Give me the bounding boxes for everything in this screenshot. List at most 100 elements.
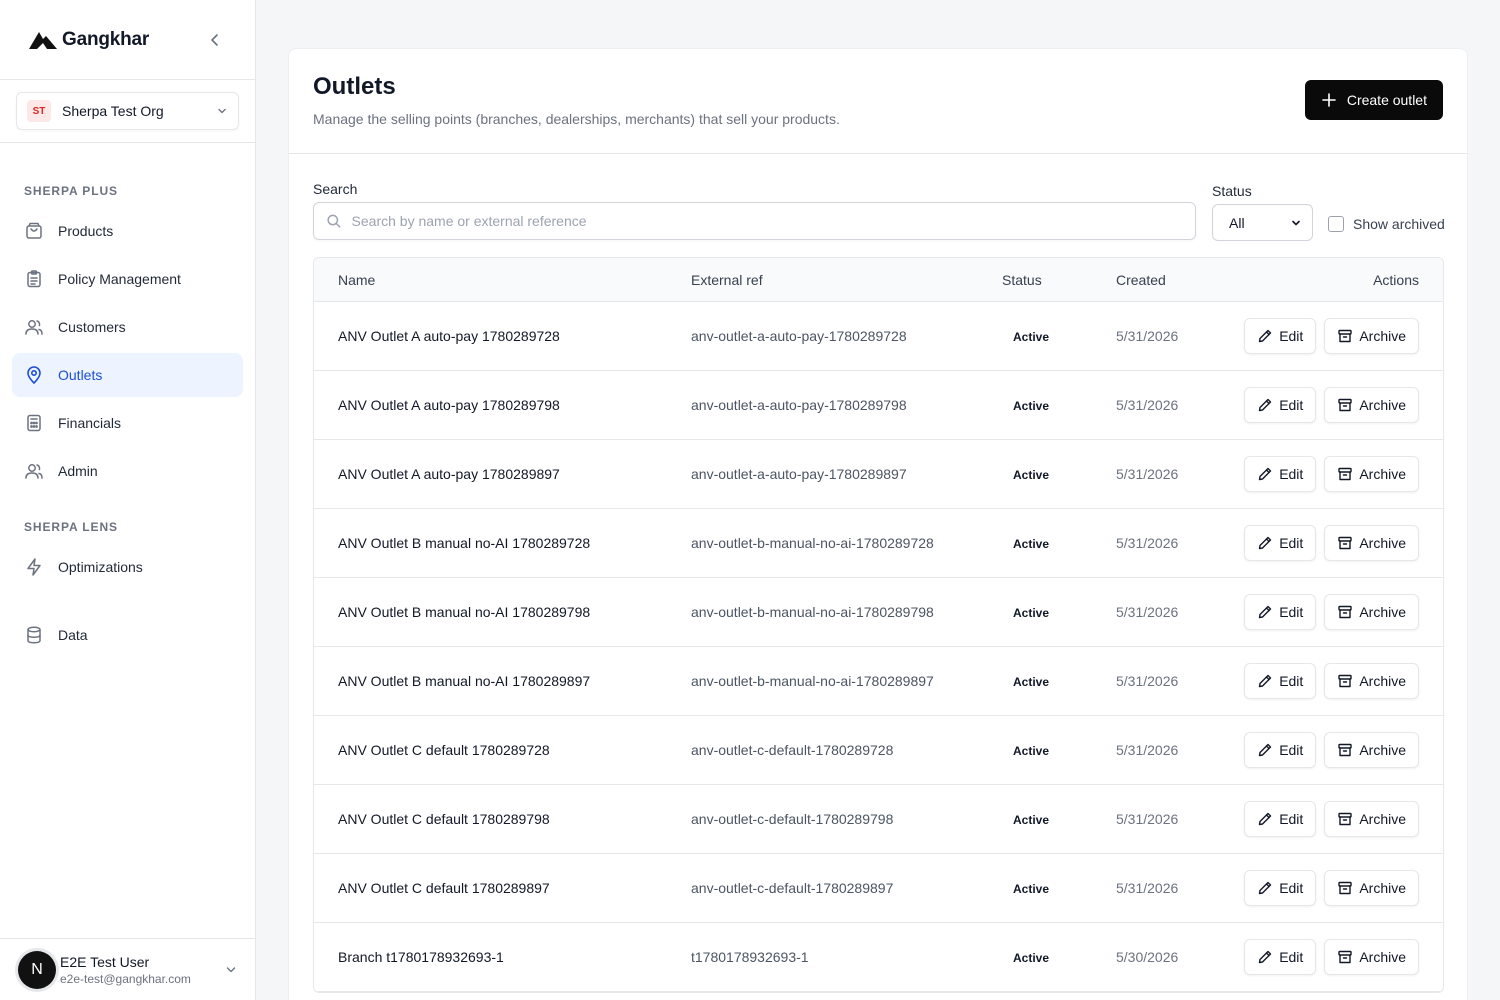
edit-button[interactable]: Edit bbox=[1244, 318, 1317, 354]
row-actions: Edit Archive bbox=[1244, 525, 1419, 561]
status-label: Status bbox=[1212, 183, 1252, 199]
collapse-sidebar-button[interactable] bbox=[203, 28, 227, 52]
outlet-external-ref: anv-outlet-a-auto-pay-1780289728 bbox=[691, 328, 907, 344]
outlet-created-date: 5/31/2026 bbox=[1116, 880, 1179, 896]
outlet-name: ANV Outlet B manual no-AI 1780289798 bbox=[338, 604, 591, 620]
table-row: ANV Outlet C default 1780289897 anv-outl… bbox=[314, 854, 1443, 923]
edit-button[interactable]: Edit bbox=[1244, 801, 1317, 837]
archive-button[interactable]: Archive bbox=[1324, 456, 1419, 492]
archive-icon bbox=[1338, 329, 1353, 343]
archive-button[interactable]: Archive bbox=[1324, 732, 1419, 768]
org-name: Sherpa Test Org bbox=[62, 103, 164, 119]
page-title: Outlets bbox=[313, 73, 396, 100]
create-outlet-button[interactable]: Create outlet bbox=[1304, 80, 1443, 120]
outlet-name: ANV Outlet B manual no-AI 1780289897 bbox=[338, 673, 591, 689]
table-row: ANV Outlet B manual no-AI 1780289798 anv… bbox=[314, 578, 1443, 647]
search-box[interactable] bbox=[313, 202, 1196, 240]
column-header-name: Name bbox=[338, 272, 376, 288]
edit-button-label: Edit bbox=[1279, 328, 1304, 344]
status-badge: Active bbox=[1013, 813, 1050, 827]
sidebar-item-label: Policy Management bbox=[58, 271, 181, 287]
shopping-bag-icon bbox=[26, 222, 42, 239]
archive-button[interactable]: Archive bbox=[1324, 939, 1419, 975]
table-row: ANV Outlet C default 1780289798 anv-outl… bbox=[314, 785, 1443, 854]
show-archived-checkbox[interactable] bbox=[1328, 216, 1344, 232]
archive-button[interactable]: Archive bbox=[1324, 663, 1419, 699]
table-row: ANV Outlet A auto-pay 1780289728 anv-out… bbox=[314, 302, 1443, 371]
status-select[interactable]: All bbox=[1212, 204, 1313, 241]
outlet-name: ANV Outlet A auto-pay 1780289798 bbox=[338, 397, 560, 413]
archive-button[interactable]: Archive bbox=[1324, 870, 1419, 906]
archive-icon bbox=[1338, 605, 1353, 619]
archive-icon bbox=[1338, 398, 1353, 412]
sidebar-item-financials[interactable]: Financials bbox=[12, 401, 243, 445]
archive-button-label: Archive bbox=[1359, 535, 1406, 551]
archive-button-label: Archive bbox=[1359, 466, 1406, 482]
table-row: ANV Outlet C default 1780289728 anv-outl… bbox=[314, 716, 1443, 785]
chevron-down-icon[interactable] bbox=[224, 963, 238, 977]
org-switcher[interactable]: ST Sherpa Test Org bbox=[16, 92, 239, 130]
archive-button-label: Archive bbox=[1359, 880, 1406, 896]
edit-button[interactable]: Edit bbox=[1244, 870, 1317, 906]
org-switcher-wrap: ST Sherpa Test Org bbox=[0, 80, 255, 143]
edit-button-label: Edit bbox=[1279, 949, 1304, 965]
pencil-icon bbox=[1258, 674, 1272, 688]
archive-icon bbox=[1338, 950, 1353, 964]
plus-icon bbox=[1322, 93, 1336, 107]
outlet-name: Branch t1780178932693-1 bbox=[338, 949, 504, 965]
user-email: e2e-test@gangkhar.com bbox=[60, 971, 191, 986]
archive-button[interactable]: Archive bbox=[1324, 801, 1419, 837]
archive-button[interactable]: Archive bbox=[1324, 387, 1419, 423]
edit-button[interactable]: Edit bbox=[1244, 732, 1317, 768]
sidebar-item-optimizations[interactable]: Optimizations bbox=[12, 545, 243, 589]
edit-button[interactable]: Edit bbox=[1244, 525, 1317, 561]
user-menu[interactable]: N E2E Test User e2e-test@gangkhar.com bbox=[0, 938, 256, 1000]
edit-button[interactable]: Edit bbox=[1244, 663, 1317, 699]
edit-button-label: Edit bbox=[1279, 397, 1304, 413]
pencil-icon bbox=[1258, 467, 1272, 481]
edit-button[interactable]: Edit bbox=[1244, 594, 1317, 630]
brand-logo[interactable]: Gangkhar bbox=[28, 29, 149, 51]
archive-icon bbox=[1338, 467, 1353, 481]
sidebar-item-policy-management[interactable]: Policy Management bbox=[12, 257, 243, 301]
sidebar-item-data[interactable]: Data bbox=[12, 613, 243, 657]
archive-button[interactable]: Archive bbox=[1324, 594, 1419, 630]
archive-icon bbox=[1338, 743, 1353, 757]
brand-name: Gangkhar bbox=[62, 28, 150, 50]
outlet-created-date: 5/31/2026 bbox=[1116, 742, 1179, 758]
row-actions: Edit Archive bbox=[1244, 456, 1419, 492]
edit-button[interactable]: Edit bbox=[1244, 456, 1317, 492]
status-badge: Active bbox=[1013, 330, 1050, 344]
row-actions: Edit Archive bbox=[1244, 870, 1419, 906]
nav-sherpa-plus: SHERPA PLUS Products Policy Management C… bbox=[0, 143, 255, 493]
edit-button[interactable]: Edit bbox=[1244, 387, 1317, 423]
sidebar-item-admin[interactable]: Admin bbox=[12, 449, 243, 493]
clipboard-icon bbox=[27, 270, 41, 288]
outlets-table: Name External ref Status Created Actions… bbox=[313, 257, 1444, 993]
sidebar-item-customers[interactable]: Customers bbox=[12, 305, 243, 349]
edit-button-label: Edit bbox=[1279, 811, 1304, 827]
show-archived-toggle[interactable]: Show archived bbox=[1328, 216, 1445, 232]
outlet-external-ref: anv-outlet-b-manual-no-ai-1780289798 bbox=[691, 604, 934, 620]
edit-button-label: Edit bbox=[1279, 880, 1304, 896]
sidebar-item-products[interactable]: Products bbox=[12, 209, 243, 253]
status-badge: Active bbox=[1013, 675, 1050, 689]
zap-icon bbox=[27, 558, 41, 576]
calculator-icon bbox=[27, 414, 41, 432]
status-badge: Active bbox=[1013, 951, 1050, 965]
section-title-sherpa-plus: SHERPA PLUS bbox=[24, 184, 118, 198]
nav-sherpa-lens: SHERPA LENS Optimizations Data bbox=[0, 493, 255, 657]
archive-button[interactable]: Archive bbox=[1324, 525, 1419, 561]
archive-button[interactable]: Archive bbox=[1324, 318, 1419, 354]
chevron-left-icon bbox=[211, 33, 218, 46]
outlet-external-ref: anv-outlet-c-default-1780289798 bbox=[691, 811, 894, 827]
outlet-name: ANV Outlet A auto-pay 1780289897 bbox=[338, 466, 560, 482]
search-input[interactable] bbox=[351, 213, 1183, 229]
sidebar-item-outlets[interactable]: Outlets bbox=[12, 353, 243, 397]
status-badge: Active bbox=[1013, 468, 1050, 482]
outlet-name: ANV Outlet A auto-pay 1780289728 bbox=[338, 328, 560, 344]
pencil-icon bbox=[1258, 881, 1272, 895]
outlet-name: ANV Outlet C default 1780289897 bbox=[338, 880, 550, 896]
mountain-logo-icon bbox=[29, 31, 57, 49]
edit-button[interactable]: Edit bbox=[1244, 939, 1317, 975]
